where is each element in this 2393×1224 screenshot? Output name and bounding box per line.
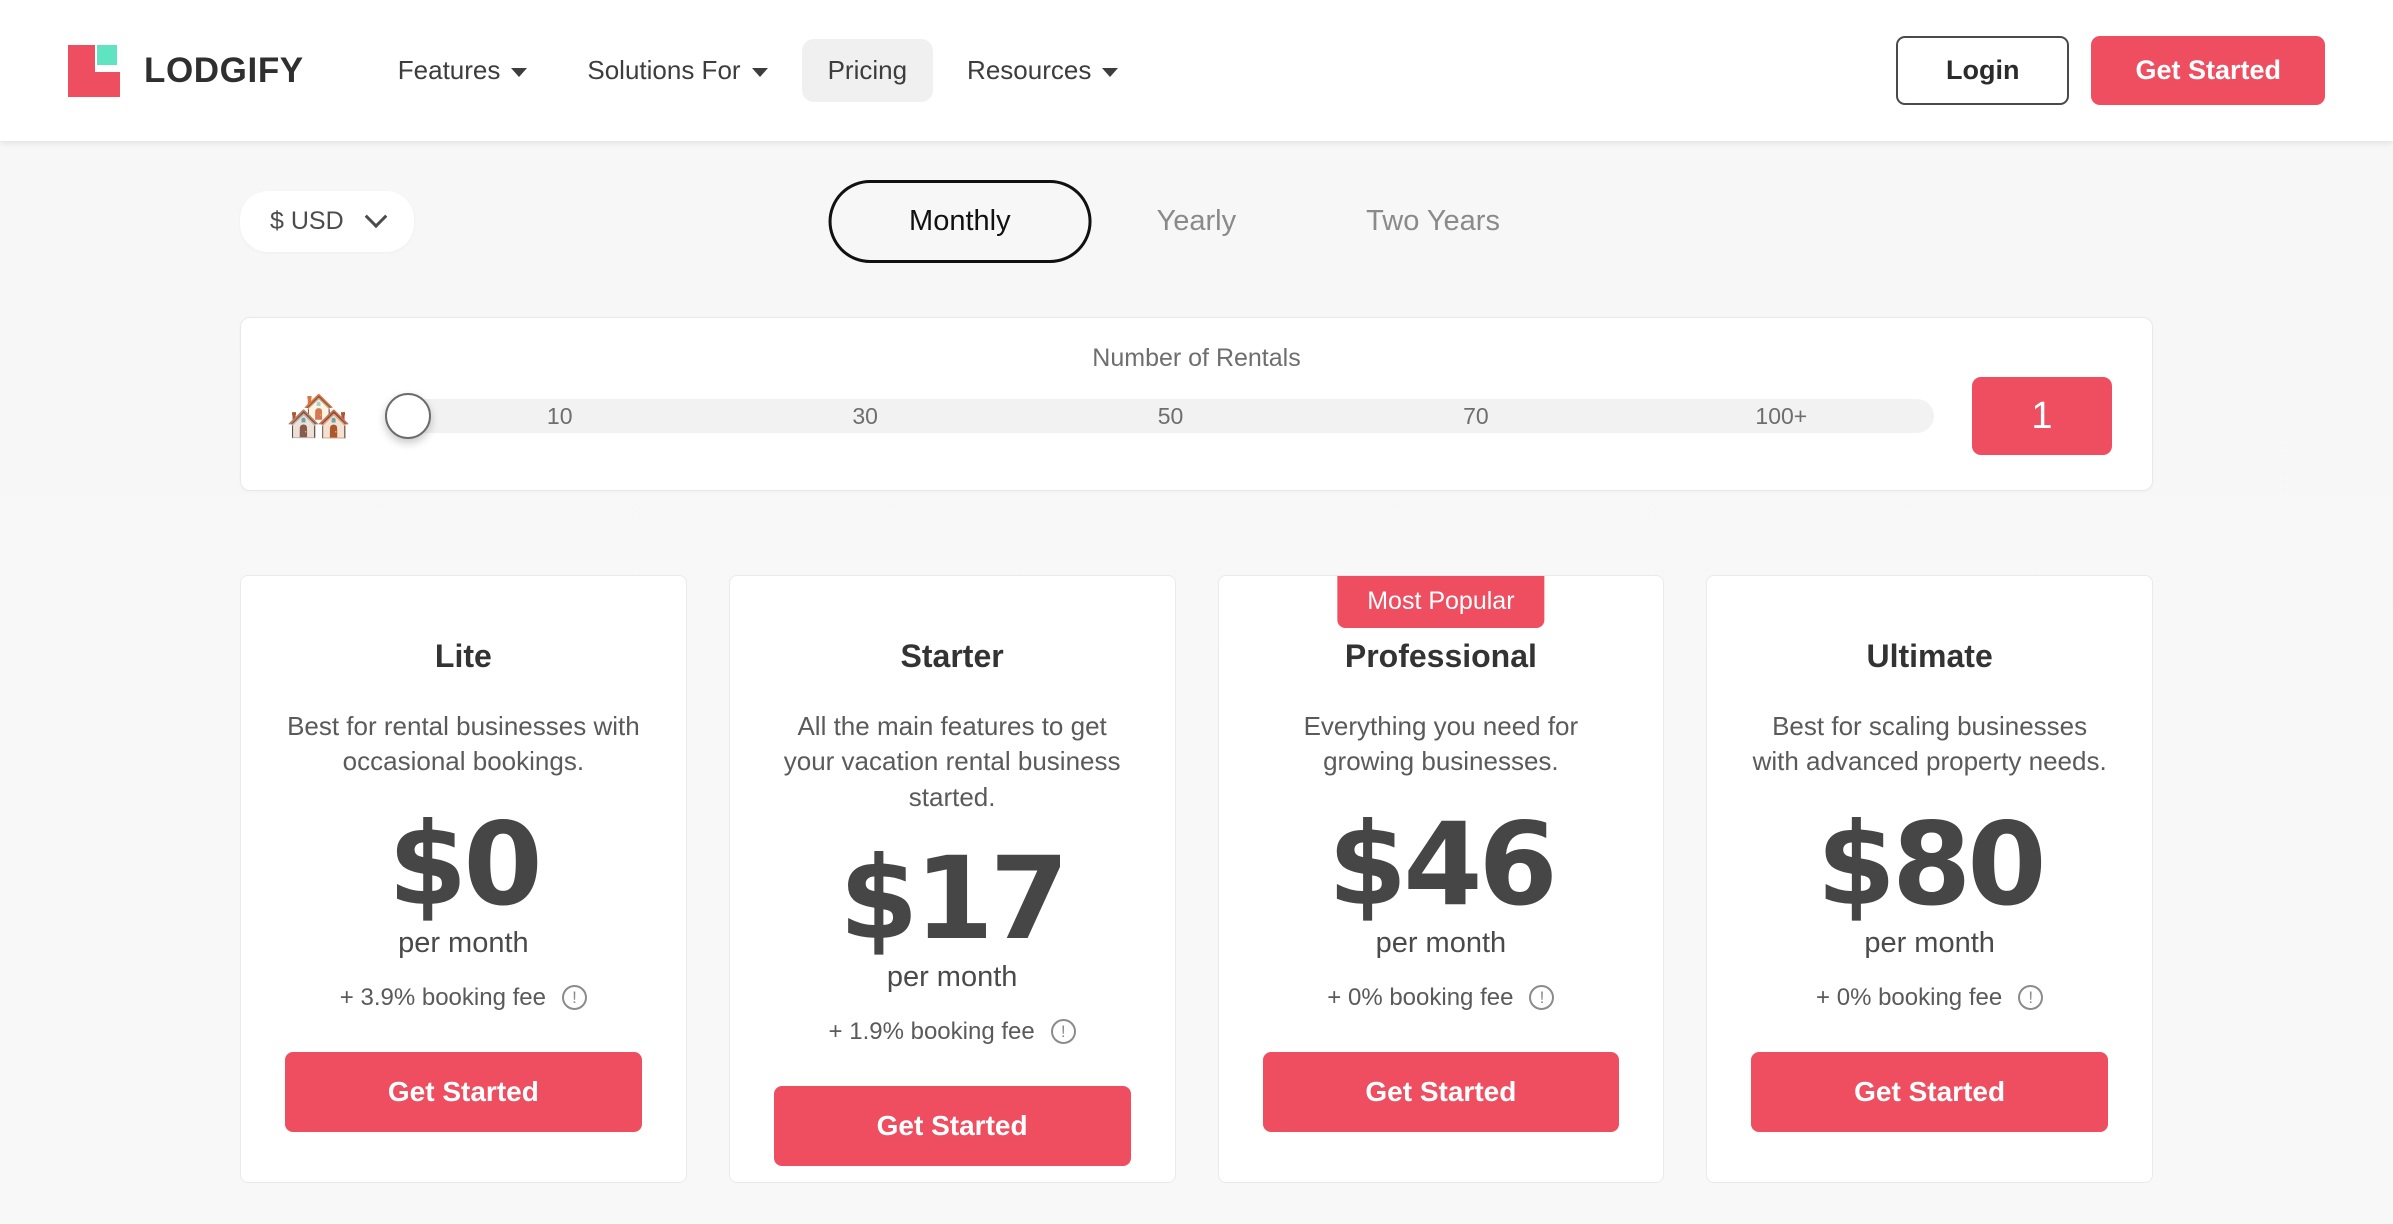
houses-emoji-icon: 🏘️	[285, 386, 353, 446]
info-icon[interactable]: !	[561, 985, 587, 1011]
lodgify-logo-icon	[68, 44, 120, 97]
chevron-down-icon	[511, 67, 528, 77]
site-header: LODGIFY Features Solutions For Pricing R…	[0, 0, 2393, 141]
plan-price: $80	[1816, 798, 2047, 931]
slider-tick: 100+	[1755, 402, 1808, 429]
nav-item-label: Pricing	[827, 55, 908, 85]
rentals-slider-row: 🏘️ 10 30 50 70 100+ 1	[241, 377, 2152, 455]
plan-price: $46	[1327, 798, 1558, 931]
nav-item-resources[interactable]: Resources	[941, 39, 1144, 102]
plan-description: Best for scaling businesses with advance…	[1752, 711, 2107, 777]
most-popular-badge: Most Popular	[1337, 576, 1545, 628]
plan-booking-fee: + 1.9% booking fee !	[774, 1018, 1131, 1046]
plan-booking-fee-text: + 0% booking fee	[1327, 983, 1514, 1011]
info-icon[interactable]: !	[1050, 1019, 1076, 1045]
chevron-down-icon	[364, 205, 387, 229]
plan-get-started-button[interactable]: Get Started	[1262, 1051, 1620, 1132]
plan-get-started-button[interactable]: Get Started	[1751, 1051, 2108, 1132]
plan-booking-fee-text: + 1.9% booking fee	[828, 1017, 1035, 1045]
slider-tick: 70	[1463, 402, 1489, 429]
slider-tick: 10	[546, 402, 573, 429]
rentals-slider-card: Number of Rentals 🏘️ 10 30 50 70 100+ 1	[240, 317, 2153, 491]
currency-selector[interactable]: $ USD	[240, 190, 414, 252]
brand-logo[interactable]: LODGIFY	[68, 44, 304, 97]
plan-get-started-button[interactable]: Get Started	[773, 1085, 1131, 1166]
plan-card-lite: Lite Best for rental businesses with occ…	[240, 575, 687, 1183]
slider-tick: 30	[852, 402, 878, 429]
info-icon[interactable]: !	[1529, 985, 1555, 1011]
pricing-controls: $ USD Monthly Yearly Two Years	[0, 141, 2393, 301]
plan-period: per month	[398, 926, 529, 959]
header-get-started-button[interactable]: Get Started	[2091, 36, 2325, 105]
plan-get-started-button[interactable]: Get Started	[285, 1051, 642, 1132]
plan-card-starter: Starter All the main features to get you…	[728, 575, 1176, 1183]
login-button[interactable]: Login	[1895, 36, 2070, 105]
plan-name: Professional	[1344, 638, 1537, 674]
chevron-down-icon	[751, 67, 768, 77]
plan-description: Everything you need for growing business…	[1303, 711, 1579, 777]
plan-booking-fee: + 0% booking fee !	[1751, 984, 2108, 1012]
billing-option-monthly[interactable]: Monthly	[828, 179, 1092, 263]
header-actions: Login Get Started	[1895, 36, 2325, 105]
plan-name: Ultimate	[1866, 638, 1993, 674]
nav-item-label: Solutions For	[587, 55, 741, 85]
plan-period: per month	[886, 960, 1018, 993]
slider-handle[interactable]	[385, 393, 431, 439]
plan-booking-fee: + 3.9% booking fee !	[285, 984, 642, 1012]
nav-item-solutions-for[interactable]: Solutions For	[561, 39, 793, 102]
plan-description: All the main features to get your vacati…	[783, 711, 1121, 812]
plan-name: Starter	[900, 638, 1004, 674]
rentals-slider-label: Number of Rentals	[1092, 344, 1301, 372]
plan-period: per month	[1864, 926, 1995, 959]
nav-item-label: Features	[397, 55, 501, 85]
rentals-count-value: 1	[1972, 377, 2112, 455]
billing-option-two-years[interactable]: Two Years	[1301, 180, 1565, 263]
nav-item-label: Resources	[967, 55, 1092, 85]
plan-period: per month	[1375, 926, 1507, 959]
info-icon[interactable]: !	[2018, 985, 2044, 1011]
pricing-page: LODGIFY Features Solutions For Pricing R…	[0, 0, 2393, 1224]
billing-period-toggle: Monthly Yearly Two Years	[828, 179, 1565, 263]
plan-description: Best for rental businesses with occasion…	[287, 711, 640, 777]
nav-item-features[interactable]: Features	[372, 39, 554, 102]
plan-booking-fee-text: + 0% booking fee	[1816, 983, 2003, 1011]
slider-tick: 50	[1157, 402, 1184, 429]
plan-booking-fee-text: + 3.9% booking fee	[339, 983, 546, 1011]
plan-price: $0	[388, 798, 543, 931]
main-nav: Features Solutions For Pricing Resources	[372, 39, 1145, 102]
brand-name: LODGIFY	[144, 50, 304, 90]
nav-item-pricing[interactable]: Pricing	[801, 39, 934, 102]
billing-option-yearly[interactable]: Yearly	[1092, 180, 1302, 263]
pricing-plans: Lite Best for rental businesses with occ…	[0, 575, 2393, 1183]
chevron-down-icon	[1102, 67, 1119, 77]
rentals-slider[interactable]: 10 30 50 70 100+	[385, 393, 1934, 439]
plan-card-ultimate: Ultimate Best for scaling businesses wit…	[1706, 575, 2153, 1183]
plan-price: $17	[839, 832, 1069, 966]
currency-value: $ USD	[270, 206, 344, 235]
plan-card-professional: Most Popular Professional Everything you…	[1217, 575, 1665, 1183]
plan-booking-fee: + 0% booking fee !	[1263, 984, 1620, 1012]
plan-name: Lite	[434, 638, 492, 674]
slider-tick-labels: 10 30 50 70 100+	[407, 399, 1934, 433]
